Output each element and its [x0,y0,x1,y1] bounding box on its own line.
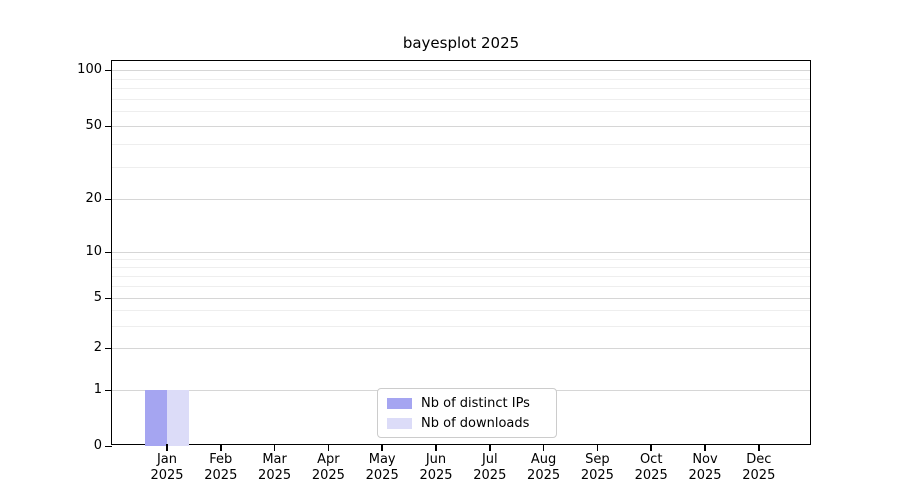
x-tick-dec [758,444,760,451]
y-tick-5 [105,297,112,299]
gridline-major-10 [112,252,810,253]
y-tick-label-1: 1 [93,382,102,397]
y-tick-2 [105,347,112,349]
x-tick-jun [435,444,437,451]
gridline-major-100 [112,70,810,71]
gridline-minor-90 [112,78,810,80]
y-tick-label-20: 20 [85,191,102,206]
y-tick-0 [105,445,112,447]
y-tick-50 [105,125,112,127]
legend-swatch-distinct-ips [387,397,412,409]
x-tick-feb [220,444,222,451]
y-tick-100 [105,69,112,71]
legend-label-distinct-ips: Nb of distinct IPs [421,395,530,411]
gridline-minor-6 [112,285,810,287]
gridline-major-50 [112,126,810,127]
x-tick-may [381,444,383,451]
y-tick-20 [105,198,112,200]
y-tick-label-2: 2 [93,340,102,355]
gridline-minor-3 [112,325,810,327]
x-tick-jul [489,444,491,451]
x-tick-sep [596,444,599,451]
y-tick-10 [105,251,112,253]
legend: Nb of distinct IPs Nb of downloads [377,388,557,438]
y-tick-label-50: 50 [85,118,102,133]
chart-title: bayesplot 2025 [402,34,520,52]
gridline-minor-40 [112,143,810,145]
bar-jan-downloads [167,390,189,446]
gridline-minor-8 [112,266,810,268]
legend-row-distinct-ips: Nb of distinct IPs [378,393,556,413]
y-tick-1 [105,389,112,391]
gridline-minor-80 [112,88,810,90]
gridline-minor-70 [112,98,810,100]
gridline-minor-60 [112,111,810,113]
gridline-minor-7 [112,275,810,277]
y-tick-label-0: 0 [93,438,102,453]
gridline-major-5 [112,298,810,299]
bar-jan-distinct-ips [145,390,167,446]
x-tick-oct [650,444,652,451]
legend-swatch-downloads [387,417,412,429]
x-tick-label-dec: Dec 2025 [742,452,776,483]
figure: bayesplot 2025 0 1 2 5 10 20 50 100 Jan 2025 Feb … [0,0,900,500]
x-tick-aug [542,444,545,451]
legend-label-downloads: Nb of downloads [421,415,530,431]
y-tick-label-10: 10 [85,244,102,259]
x-tick-mar [273,444,276,451]
gridline-minor-30 [112,166,810,168]
gridline-major-20 [112,199,810,200]
y-tick-label-5: 5 [93,290,102,305]
gridline-minor-4 [112,310,810,312]
y-tick-label-100: 100 [77,62,102,77]
x-tick-nov [704,444,706,451]
x-tick-jan [166,444,168,451]
gridline-minor-9 [112,258,810,260]
legend-row-downloads: Nb of downloads [378,413,556,433]
x-tick-apr [327,444,330,451]
gridline-major-2 [112,348,810,349]
